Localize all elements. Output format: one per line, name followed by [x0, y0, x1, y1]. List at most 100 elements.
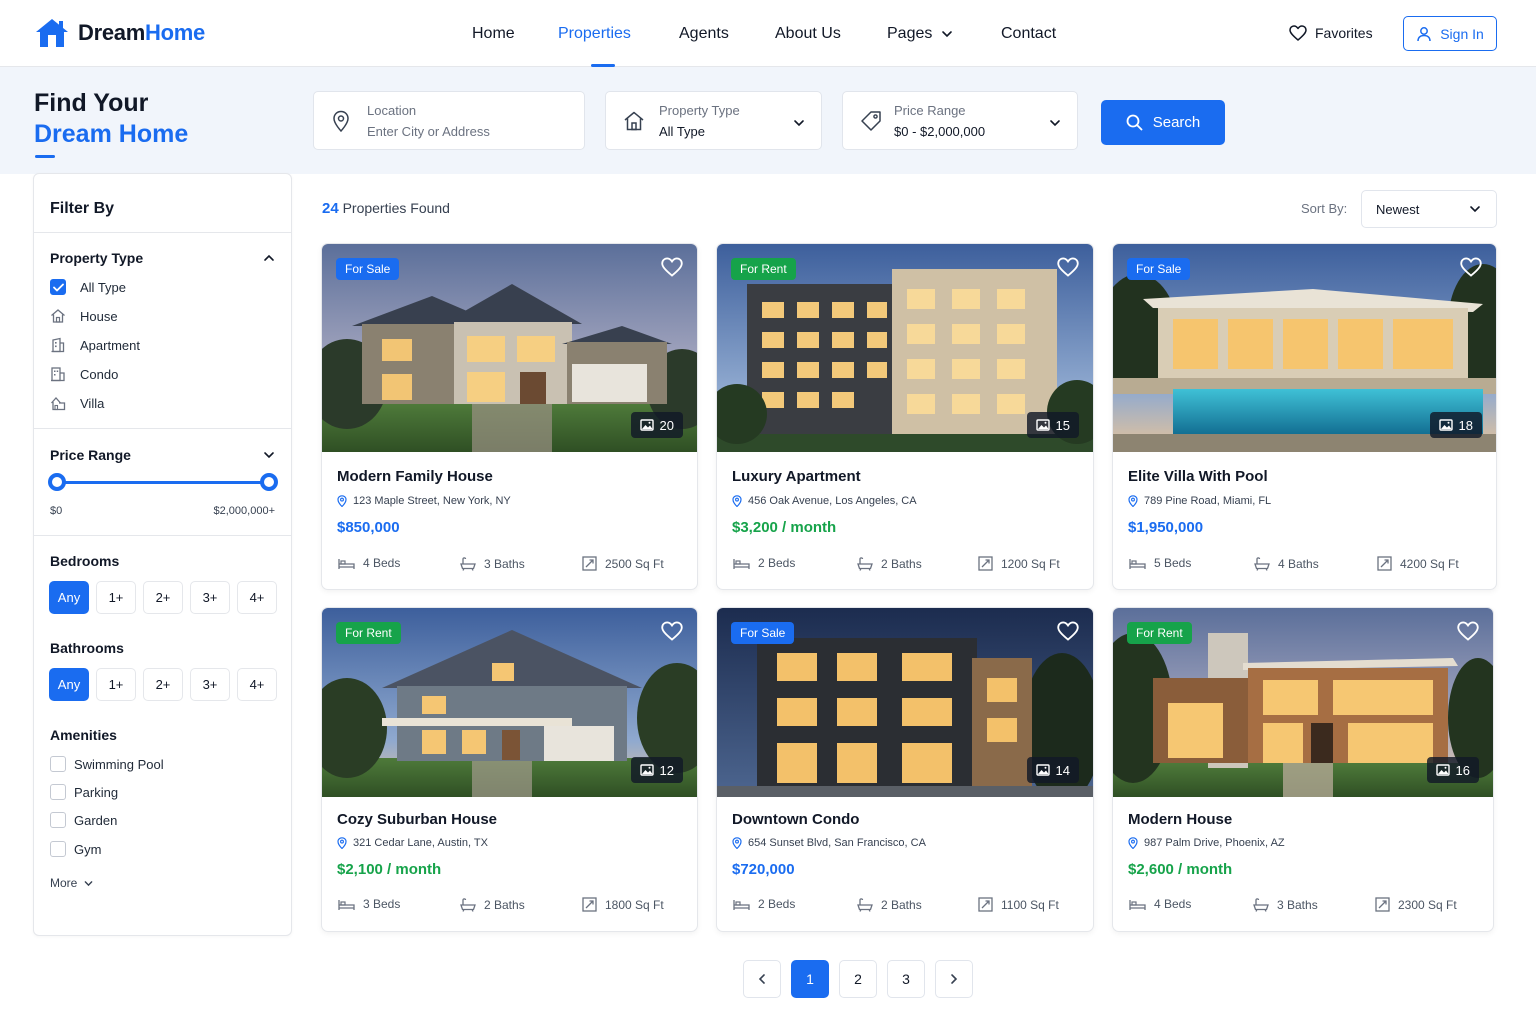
sort-select[interactable]: Newest: [1361, 190, 1497, 228]
amenity-gym[interactable]: Gym: [50, 841, 101, 857]
checkbox-checked[interactable]: [50, 279, 66, 295]
baths-info: 3 Baths: [460, 556, 525, 571]
amenity-parking[interactable]: Parking: [50, 784, 118, 800]
page-button[interactable]: 2: [839, 960, 877, 998]
location-pin-icon: [337, 495, 347, 507]
nav-contact[interactable]: Contact: [1001, 25, 1056, 43]
location-pin-icon: [337, 837, 347, 849]
chevron-up-icon[interactable]: [262, 251, 276, 265]
checkbox[interactable]: [50, 841, 66, 857]
photo-count[interactable]: 12: [630, 757, 683, 783]
amenity-garden[interactable]: Garden: [50, 812, 117, 828]
bathrooms-option[interactable]: 1+: [96, 668, 136, 701]
price-slider-min-handle[interactable]: [48, 473, 66, 491]
nav-pages[interactable]: Pages: [887, 25, 954, 43]
price-slider-track[interactable]: [57, 481, 269, 484]
bathrooms-option[interactable]: 4+: [237, 668, 277, 701]
nav-home[interactable]: Home: [472, 25, 515, 43]
property-photo[interactable]: For Sale 18: [1113, 244, 1496, 452]
heart-icon[interactable]: [661, 257, 683, 277]
property-card[interactable]: For Rent 12 Cozy Suburban House 321 Ceda…: [321, 607, 698, 932]
type-option-villa[interactable]: Villa: [50, 395, 104, 411]
type-option-condo[interactable]: Condo: [50, 366, 118, 382]
favorites-link[interactable]: Favorites: [1289, 25, 1373, 41]
nav-agents[interactable]: Agents: [679, 25, 729, 43]
property-card[interactable]: For Sale 14 Downtown Condo 654 Sunset Bl…: [716, 607, 1094, 932]
bathrooms-option[interactable]: 2+: [143, 668, 183, 701]
area-text: 1100 Sq Ft: [1001, 897, 1059, 912]
search-button[interactable]: Search: [1101, 100, 1225, 145]
heart-icon[interactable]: [1457, 621, 1479, 641]
location-field[interactable]: Location Enter City or Address: [313, 91, 585, 150]
property-photo[interactable]: For Rent 15: [717, 244, 1093, 452]
property-card[interactable]: For Rent 16 Modern House 987 Palm Drive,…: [1112, 607, 1494, 932]
next-page-button[interactable]: [935, 960, 973, 998]
nav-properties[interactable]: Properties: [558, 25, 631, 43]
type-option-apartment[interactable]: Apartment: [50, 337, 140, 353]
page-button[interactable]: 3: [887, 960, 925, 998]
brand-logo[interactable]: DreamHome: [34, 17, 205, 49]
price-slider-max-handle[interactable]: [260, 473, 278, 491]
checkbox[interactable]: [50, 812, 66, 828]
checkbox[interactable]: [50, 756, 66, 772]
property-card[interactable]: For Sale 20 Modern Family House 123 Mapl…: [321, 243, 698, 590]
photo-count[interactable]: 14: [1026, 757, 1079, 783]
location-placeholder: Enter City or Address: [367, 124, 490, 139]
property-photo[interactable]: For Rent 16: [1113, 608, 1493, 797]
bedrooms-option[interactable]: 4+: [237, 581, 277, 614]
property-title[interactable]: Luxury Apartment: [732, 468, 861, 485]
nav-about-us[interactable]: About Us: [775, 25, 841, 43]
property-type-select[interactable]: Property Type All Type: [605, 91, 822, 150]
heart-icon[interactable]: [1057, 257, 1079, 277]
photo-count[interactable]: 15: [1026, 412, 1079, 438]
area-text: 1800 Sq Ft: [605, 897, 664, 912]
amenity-label: Parking: [74, 784, 119, 800]
area-info: 2300 Sq Ft: [1375, 897, 1457, 912]
house-icon: [50, 308, 66, 324]
property-title[interactable]: Modern House: [1128, 811, 1232, 828]
type-option-house[interactable]: House: [50, 308, 118, 324]
bedrooms-option[interactable]: Any: [49, 581, 89, 614]
checkbox[interactable]: [50, 784, 66, 800]
photo-count[interactable]: 20: [630, 412, 683, 438]
property-title[interactable]: Elite Villa With Pool: [1128, 468, 1268, 485]
property-photo[interactable]: For Sale 14: [717, 608, 1093, 797]
property-card[interactable]: For Rent 15 Luxury Apartment 456 Oak Ave…: [716, 243, 1094, 590]
property-photo[interactable]: For Sale 20: [322, 244, 697, 452]
address-text: 987 Palm Drive, Phoenix, AZ: [1144, 837, 1285, 849]
beds-info: 5 Beds: [1129, 556, 1191, 570]
bedrooms-options: Any 1+ 2+ 3+ 4+: [49, 581, 277, 614]
bathrooms-option[interactable]: 3+: [190, 668, 230, 701]
property-title[interactable]: Modern Family House: [337, 468, 493, 485]
results-count-number: 24: [322, 200, 339, 217]
property-card[interactable]: For Sale 18 Elite Villa With Pool 789 Pi…: [1112, 243, 1497, 590]
heart-icon[interactable]: [1460, 257, 1482, 277]
image-icon: [639, 419, 654, 431]
image-icon: [1035, 764, 1050, 776]
photo-count-number: 20: [659, 417, 674, 433]
bathrooms-option[interactable]: Any: [49, 668, 89, 701]
type-option-all[interactable]: All Type: [50, 279, 126, 295]
property-title[interactable]: Cozy Suburban House: [337, 811, 497, 828]
more-amenities-link[interactable]: More: [50, 876, 94, 890]
bedrooms-option[interactable]: 2+: [143, 581, 183, 614]
amenity-label: Garden: [74, 812, 118, 828]
prev-page-button[interactable]: [743, 960, 781, 998]
heart-icon[interactable]: [661, 621, 683, 641]
sign-in-button[interactable]: Sign In: [1403, 16, 1497, 51]
photo-count[interactable]: 16: [1426, 757, 1479, 783]
bedrooms-option[interactable]: 1+: [96, 581, 136, 614]
heart-icon[interactable]: [1057, 621, 1079, 641]
amenity-swimming-pool[interactable]: Swimming Pool: [50, 756, 164, 772]
page-button[interactable]: 1: [791, 960, 829, 998]
property-address: 654 Sunset Blvd, San Francisco, CA: [732, 837, 926, 849]
chevron-down-icon[interactable]: [262, 448, 276, 462]
photo-count[interactable]: 18: [1429, 412, 1482, 438]
bedrooms-option[interactable]: 3+: [190, 581, 230, 614]
type-option-label: House: [80, 308, 118, 324]
chevron-right-icon: [948, 973, 960, 985]
property-title[interactable]: Downtown Condo: [732, 811, 859, 828]
property-photo[interactable]: For Rent 12: [322, 608, 697, 797]
beds-text: 4 Beds: [363, 556, 401, 570]
price-range-select[interactable]: Price Range $0 - $2,000,000: [842, 91, 1078, 150]
